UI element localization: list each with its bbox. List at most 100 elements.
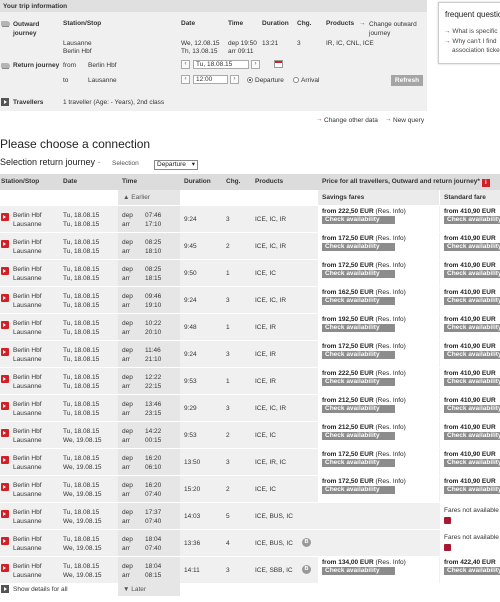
row-date-dep: Tu, 18.08.15 — [63, 347, 100, 354]
page-title: Please choose a connection — [0, 137, 151, 151]
db-train-icon[interactable] — [1, 240, 9, 248]
check-availability-button[interactable]: Check availability — [444, 567, 500, 575]
res-info-link[interactable]: (Res. Info) — [375, 208, 405, 215]
check-availability-button[interactable]: Check availability — [444, 378, 500, 386]
table-row[interactable]: Berlin Hbf Lausanne Tu, 18.08.15 Tu, 18.08.… — [0, 232, 500, 259]
db-train-icon[interactable] — [1, 267, 9, 275]
check-availability-button[interactable]: Check availability — [444, 324, 500, 332]
check-availability-button[interactable]: Check availability — [322, 486, 395, 494]
db-train-icon[interactable] — [1, 456, 9, 464]
departure-radio[interactable]: Departure — [247, 77, 284, 84]
db-train-icon[interactable] — [1, 510, 9, 518]
check-availability-button[interactable]: Check availability — [322, 432, 395, 440]
table-row[interactable]: Berlin Hbf Lausanne Tu, 18.08.15 We, 19.08.… — [0, 529, 500, 556]
db-train-icon[interactable] — [1, 537, 9, 545]
table-row[interactable]: Berlin Hbf Lausanne Tu, 18.08.15 Tu, 18.08.… — [0, 259, 500, 286]
standard-fare-cell: from 410,90 EUR Check availability — [440, 449, 500, 475]
table-row[interactable]: Berlin Hbf Lausanne Tu, 18.08.15 Tu, 18.08.… — [0, 313, 500, 340]
table-row[interactable]: Berlin Hbf Lausanne Tu, 18.08.15 Tu, 18.08.… — [0, 394, 500, 421]
table-row[interactable]: Berlin Hbf Lausanne Tu, 18.08.15 We, 19.08.… — [0, 556, 500, 583]
db-train-icon[interactable] — [1, 429, 9, 437]
show-details-all-link[interactable]: Show details for all — [13, 586, 68, 593]
faq-question-2[interactable]: → Why can't I find — [444, 38, 497, 45]
res-info-link[interactable]: (Res. Info) — [375, 235, 405, 242]
table-row[interactable]: Berlin Hbf Lausanne Tu, 18.08.15 We, 19.08.… — [0, 421, 500, 448]
table-row[interactable]: Berlin Hbf Lausanne Tu, 18.08.15 We, 19.08.… — [0, 502, 500, 529]
next-time-button[interactable]: › — [230, 75, 239, 84]
bus-icon[interactable]: B — [302, 538, 311, 547]
res-info-link[interactable]: (Res. Info) — [375, 559, 405, 566]
check-availability-button[interactable]: Check availability — [444, 216, 500, 224]
res-info-link[interactable]: (Res. Info) — [375, 478, 405, 485]
refresh-button[interactable]: Refresh — [391, 75, 423, 86]
db-train-icon[interactable] — [1, 402, 9, 410]
db-train-icon[interactable] — [1, 564, 9, 572]
return-date-input[interactable]: Tu, 18.08.15 — [193, 60, 249, 69]
calendar-icon[interactable] — [274, 60, 283, 68]
expand-travellers-icon[interactable] — [1, 98, 9, 106]
expand-all-icon[interactable] — [1, 585, 9, 593]
check-availability-button[interactable]: Check availability — [322, 297, 395, 305]
res-info-link[interactable]: (Res. Info) — [375, 289, 405, 296]
later-button[interactable]: ▼ Later — [118, 582, 180, 596]
check-availability-button[interactable]: Check availability — [322, 324, 395, 332]
bus-icon[interactable]: B — [302, 565, 311, 574]
res-info-link[interactable]: (Res. Info) — [375, 262, 405, 269]
row-time-cell: dep arr 16:20 07:40 — [118, 476, 180, 502]
table-row[interactable]: Berlin Hbf Lausanne Tu, 18.08.15 Tu, 18.08.… — [0, 367, 500, 394]
row-from: Berlin Hbf — [13, 293, 42, 300]
check-availability-button[interactable]: Check availability — [322, 270, 395, 278]
check-availability-button[interactable]: Check availability — [444, 243, 500, 251]
check-availability-button[interactable]: Check availability — [322, 351, 395, 359]
return-time-input[interactable]: 12:00 — [193, 75, 228, 84]
earlier-button[interactable]: ▲ Earlier — [118, 190, 180, 205]
check-availability-button[interactable]: Check availability — [322, 405, 395, 413]
db-train-icon[interactable] — [1, 375, 9, 383]
standard-fare-header: Standard fare — [440, 190, 500, 205]
db-train-icon[interactable] — [1, 348, 9, 356]
res-info-link[interactable]: (Res. Info) — [375, 397, 405, 404]
faq-question-2-cont[interactable]: association ticke — [452, 47, 500, 54]
trip-info-panel: Your trip information Station/Stop Date … — [0, 0, 427, 111]
arrow-right-icon: → — [385, 116, 392, 123]
table-row[interactable]: Berlin Hbf Lausanne Tu, 18.08.15 Tu, 18.08.… — [0, 340, 500, 367]
next-day-button[interactable]: › — [251, 60, 260, 69]
info-icon[interactable]: i — [481, 179, 490, 187]
prev-time-button[interactable]: ‹ — [181, 75, 190, 84]
check-availability-button[interactable]: Check availability — [444, 351, 500, 359]
prev-day-button[interactable]: ‹ — [181, 60, 190, 69]
db-train-icon[interactable] — [1, 483, 9, 491]
new-query-link[interactable]: New query — [393, 117, 424, 124]
row-date-dep: Tu, 18.08.15 — [63, 455, 100, 462]
check-availability-button[interactable]: Check availability — [322, 459, 395, 467]
check-availability-button[interactable]: Check availability — [444, 432, 500, 440]
table-row[interactable]: Berlin Hbf Lausanne Tu, 18.08.15 Tu, 18.08.… — [0, 286, 500, 313]
selection-dropdown[interactable]: Departure ▾ — [154, 160, 198, 170]
db-train-icon[interactable] — [1, 213, 9, 221]
check-availability-button[interactable]: Check availability — [444, 270, 500, 278]
arrival-radio[interactable]: Arrival — [293, 77, 319, 84]
table-row[interactable]: Berlin Hbf Lausanne Tu, 18.08.15 Tu, 18.08.… — [0, 205, 500, 232]
res-info-link[interactable]: (Res. Info) — [375, 424, 405, 431]
check-availability-button[interactable]: Check availability — [444, 459, 500, 467]
table-row[interactable]: Berlin Hbf Lausanne Tu, 18.08.15 We, 19.08.… — [0, 448, 500, 475]
check-availability-button[interactable]: Check availability — [444, 405, 500, 413]
res-info-link[interactable]: (Res. Info) — [375, 370, 405, 377]
check-availability-button[interactable]: Check availability — [444, 486, 500, 494]
res-info-link[interactable]: (Res. Info) — [375, 343, 405, 350]
table-row[interactable]: Berlin Hbf Lausanne Tu, 18.08.15 We, 19.08.… — [0, 475, 500, 502]
res-info-link[interactable]: (Res. Info) — [375, 316, 405, 323]
row-from: Berlin Hbf — [13, 320, 42, 327]
change-outward-link[interactable]: Change outward journey — [369, 20, 425, 38]
row-date-dep: Tu, 18.08.15 — [63, 266, 100, 273]
check-availability-button[interactable]: Check availability — [444, 297, 500, 305]
faq-question-1[interactable]: → What is specific — [444, 28, 497, 35]
check-availability-button[interactable]: Check availability — [322, 243, 395, 251]
change-other-data-link[interactable]: Change other data — [324, 117, 378, 124]
check-availability-button[interactable]: Check availability — [322, 378, 395, 386]
db-train-icon[interactable] — [1, 294, 9, 302]
res-info-link[interactable]: (Res. Info) — [375, 451, 405, 458]
check-availability-button[interactable]: Check availability — [322, 567, 395, 575]
check-availability-button[interactable]: Check availability — [322, 216, 395, 224]
db-train-icon[interactable] — [1, 321, 9, 329]
